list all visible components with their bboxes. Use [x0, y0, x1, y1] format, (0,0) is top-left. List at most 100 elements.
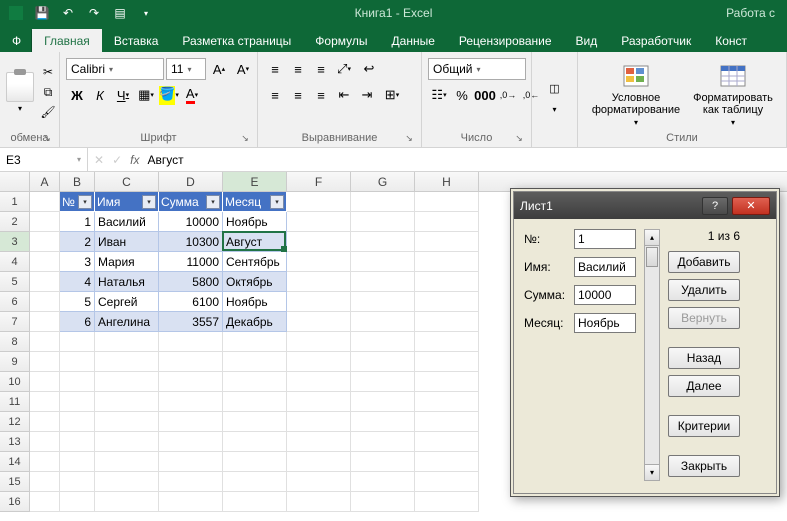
cell[interactable]	[415, 252, 479, 272]
enter-formula-icon[interactable]: ✓	[112, 153, 122, 167]
cell[interactable]	[223, 392, 287, 412]
cell[interactable]: Декабрь	[223, 312, 287, 332]
cell[interactable]	[95, 412, 159, 432]
font-color-icon[interactable]: A▾	[181, 84, 203, 106]
launcher-icon[interactable]: ↘	[41, 133, 53, 145]
cell[interactable]	[30, 412, 60, 432]
cell[interactable]	[30, 252, 60, 272]
cell[interactable]	[287, 372, 351, 392]
row-header[interactable]: 5	[0, 272, 30, 292]
cell[interactable]	[30, 212, 60, 232]
cell[interactable]: Иван	[95, 232, 159, 252]
format-painter-icon[interactable]: 🖌	[38, 103, 58, 121]
cut-icon[interactable]: ✂	[38, 63, 58, 81]
form-icon[interactable]: ▤	[108, 3, 132, 23]
close-button[interactable]: Закрыть	[668, 455, 740, 477]
cell[interactable]: 6100	[159, 292, 223, 312]
cell[interactable]	[415, 212, 479, 232]
form-input-name[interactable]	[574, 257, 636, 277]
launcher-icon[interactable]: ↘	[403, 133, 415, 145]
cell[interactable]	[287, 452, 351, 472]
col-header[interactable]: D	[159, 172, 223, 191]
cell[interactable]	[287, 192, 351, 212]
col-header[interactable]: B	[60, 172, 95, 191]
align-bottom-icon[interactable]: ≡	[310, 58, 332, 80]
next-button[interactable]: Далее	[668, 375, 740, 397]
form-input-sum[interactable]	[574, 285, 636, 305]
wrap-text-icon[interactable]: ↩	[356, 58, 382, 80]
cell[interactable]	[159, 432, 223, 452]
cell[interactable]	[30, 392, 60, 412]
scroll-thumb[interactable]	[646, 247, 658, 267]
cell[interactable]	[30, 312, 60, 332]
row-header[interactable]: 6	[0, 292, 30, 312]
cell[interactable]	[223, 472, 287, 492]
cell[interactable]	[30, 272, 60, 292]
cell[interactable]	[159, 492, 223, 512]
cell[interactable]: Август	[223, 232, 287, 252]
cell[interactable]	[415, 372, 479, 392]
borders-icon[interactable]: ▦▾	[135, 84, 157, 106]
align-middle-icon[interactable]: ≡	[287, 58, 309, 80]
orientation-icon[interactable]: ⤢▾	[333, 58, 355, 80]
row-header[interactable]: 11	[0, 392, 30, 412]
cell[interactable]	[223, 432, 287, 452]
cell[interactable]	[287, 432, 351, 452]
tab-formulas[interactable]: Формулы	[303, 29, 379, 52]
cell[interactable]	[159, 452, 223, 472]
increase-font-icon[interactable]: A▴	[208, 58, 230, 80]
cell[interactable]	[415, 392, 479, 412]
name-box[interactable]: E3▾	[0, 148, 88, 171]
filter-icon[interactable]: ▾	[142, 195, 156, 209]
qat-customize-icon[interactable]: ▾	[134, 3, 158, 23]
number-format-combo[interactable]: Общий▾	[428, 58, 526, 80]
tab-developer[interactable]: Разработчик	[609, 29, 703, 52]
cell[interactable]	[60, 452, 95, 472]
tab-view[interactable]: Вид	[564, 29, 610, 52]
cell[interactable]	[415, 312, 479, 332]
cell[interactable]	[60, 432, 95, 452]
cell[interactable]	[351, 192, 415, 212]
cell[interactable]	[30, 352, 60, 372]
filter-icon[interactable]: ▾	[270, 195, 284, 209]
cell[interactable]	[159, 412, 223, 432]
cell[interactable]	[351, 312, 415, 332]
cell[interactable]	[223, 352, 287, 372]
cell[interactable]	[351, 412, 415, 432]
cell[interactable]	[287, 292, 351, 312]
conditional-formatting-button[interactable]: Условное форматирование▾	[584, 58, 688, 127]
font-name-combo[interactable]: Calibri▾	[66, 58, 164, 80]
cell[interactable]	[95, 432, 159, 452]
cell[interactable]: №▾	[60, 192, 95, 212]
redo-icon[interactable]: ↷	[82, 3, 106, 23]
cell[interactable]: Ангелина	[95, 312, 159, 332]
col-header[interactable]: A	[30, 172, 60, 191]
col-header[interactable]: G	[351, 172, 415, 191]
row-header[interactable]: 15	[0, 472, 30, 492]
cell[interactable]	[351, 292, 415, 312]
fill-color-icon[interactable]: 🪣▾	[158, 84, 180, 106]
comma-icon[interactable]: 000	[474, 84, 496, 106]
scroll-down-icon[interactable]: ▾	[645, 464, 659, 480]
cell[interactable]	[415, 472, 479, 492]
cell[interactable]	[30, 372, 60, 392]
dialog-help-button[interactable]: ?	[702, 197, 728, 215]
cell[interactable]	[60, 372, 95, 392]
cell[interactable]	[287, 472, 351, 492]
cell[interactable]	[95, 452, 159, 472]
cell[interactable]	[30, 432, 60, 452]
cell[interactable]	[287, 392, 351, 412]
row-header[interactable]: 4	[0, 252, 30, 272]
row-header[interactable]: 2	[0, 212, 30, 232]
row-header[interactable]: 8	[0, 332, 30, 352]
cell[interactable]	[287, 212, 351, 232]
cell[interactable]	[351, 432, 415, 452]
cell[interactable]	[223, 372, 287, 392]
row-header[interactable]: 7	[0, 312, 30, 332]
font-size-combo[interactable]: 11▾	[166, 58, 206, 80]
accounting-icon[interactable]: ☷▾	[428, 84, 450, 106]
cell[interactable]	[351, 332, 415, 352]
cell[interactable]	[415, 452, 479, 472]
cell[interactable]	[351, 232, 415, 252]
tab-page-layout[interactable]: Разметка страницы	[170, 29, 303, 52]
